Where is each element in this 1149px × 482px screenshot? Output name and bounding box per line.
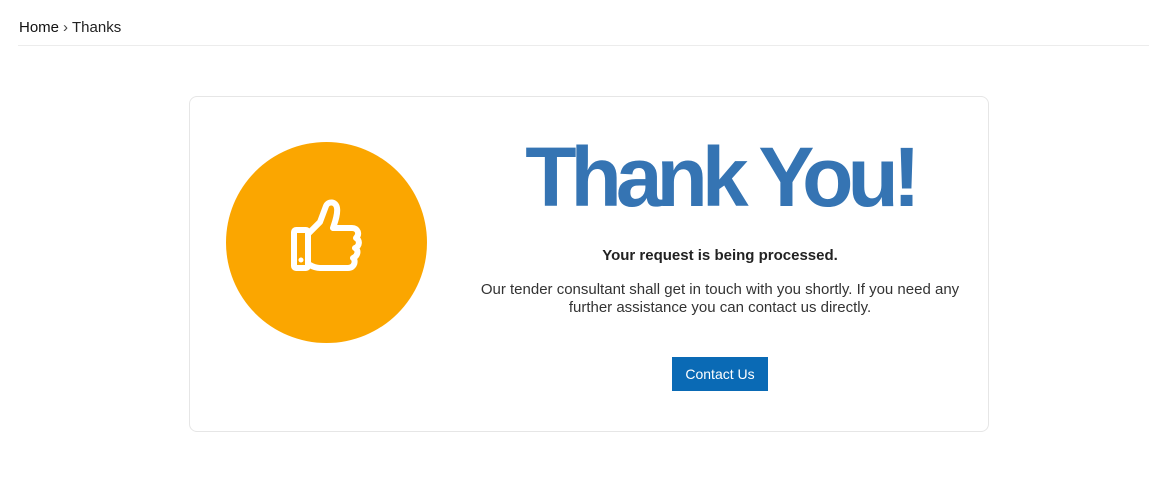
breadcrumb-current: Thanks	[72, 19, 122, 36]
info-message: Our tender consultant shall get in touch…	[480, 281, 960, 316]
breadcrumb: Home › Thanks	[19, 18, 121, 38]
thank-you-content: Thank You! Your request is being process…	[470, 127, 970, 391]
page-title: Thank You!	[525, 130, 921, 224]
thumbs-up-badge	[226, 142, 427, 343]
thumbs-up-icon	[291, 199, 362, 271]
contact-us-button[interactable]: Contact Us	[672, 357, 768, 391]
breadcrumb-separator: ›	[63, 19, 69, 36]
header-divider	[18, 45, 1149, 46]
breadcrumb-home-link[interactable]: Home	[19, 19, 59, 36]
status-message: Your request is being processed.	[602, 247, 838, 264]
thank-you-card: Thank You! Your request is being process…	[189, 96, 989, 432]
